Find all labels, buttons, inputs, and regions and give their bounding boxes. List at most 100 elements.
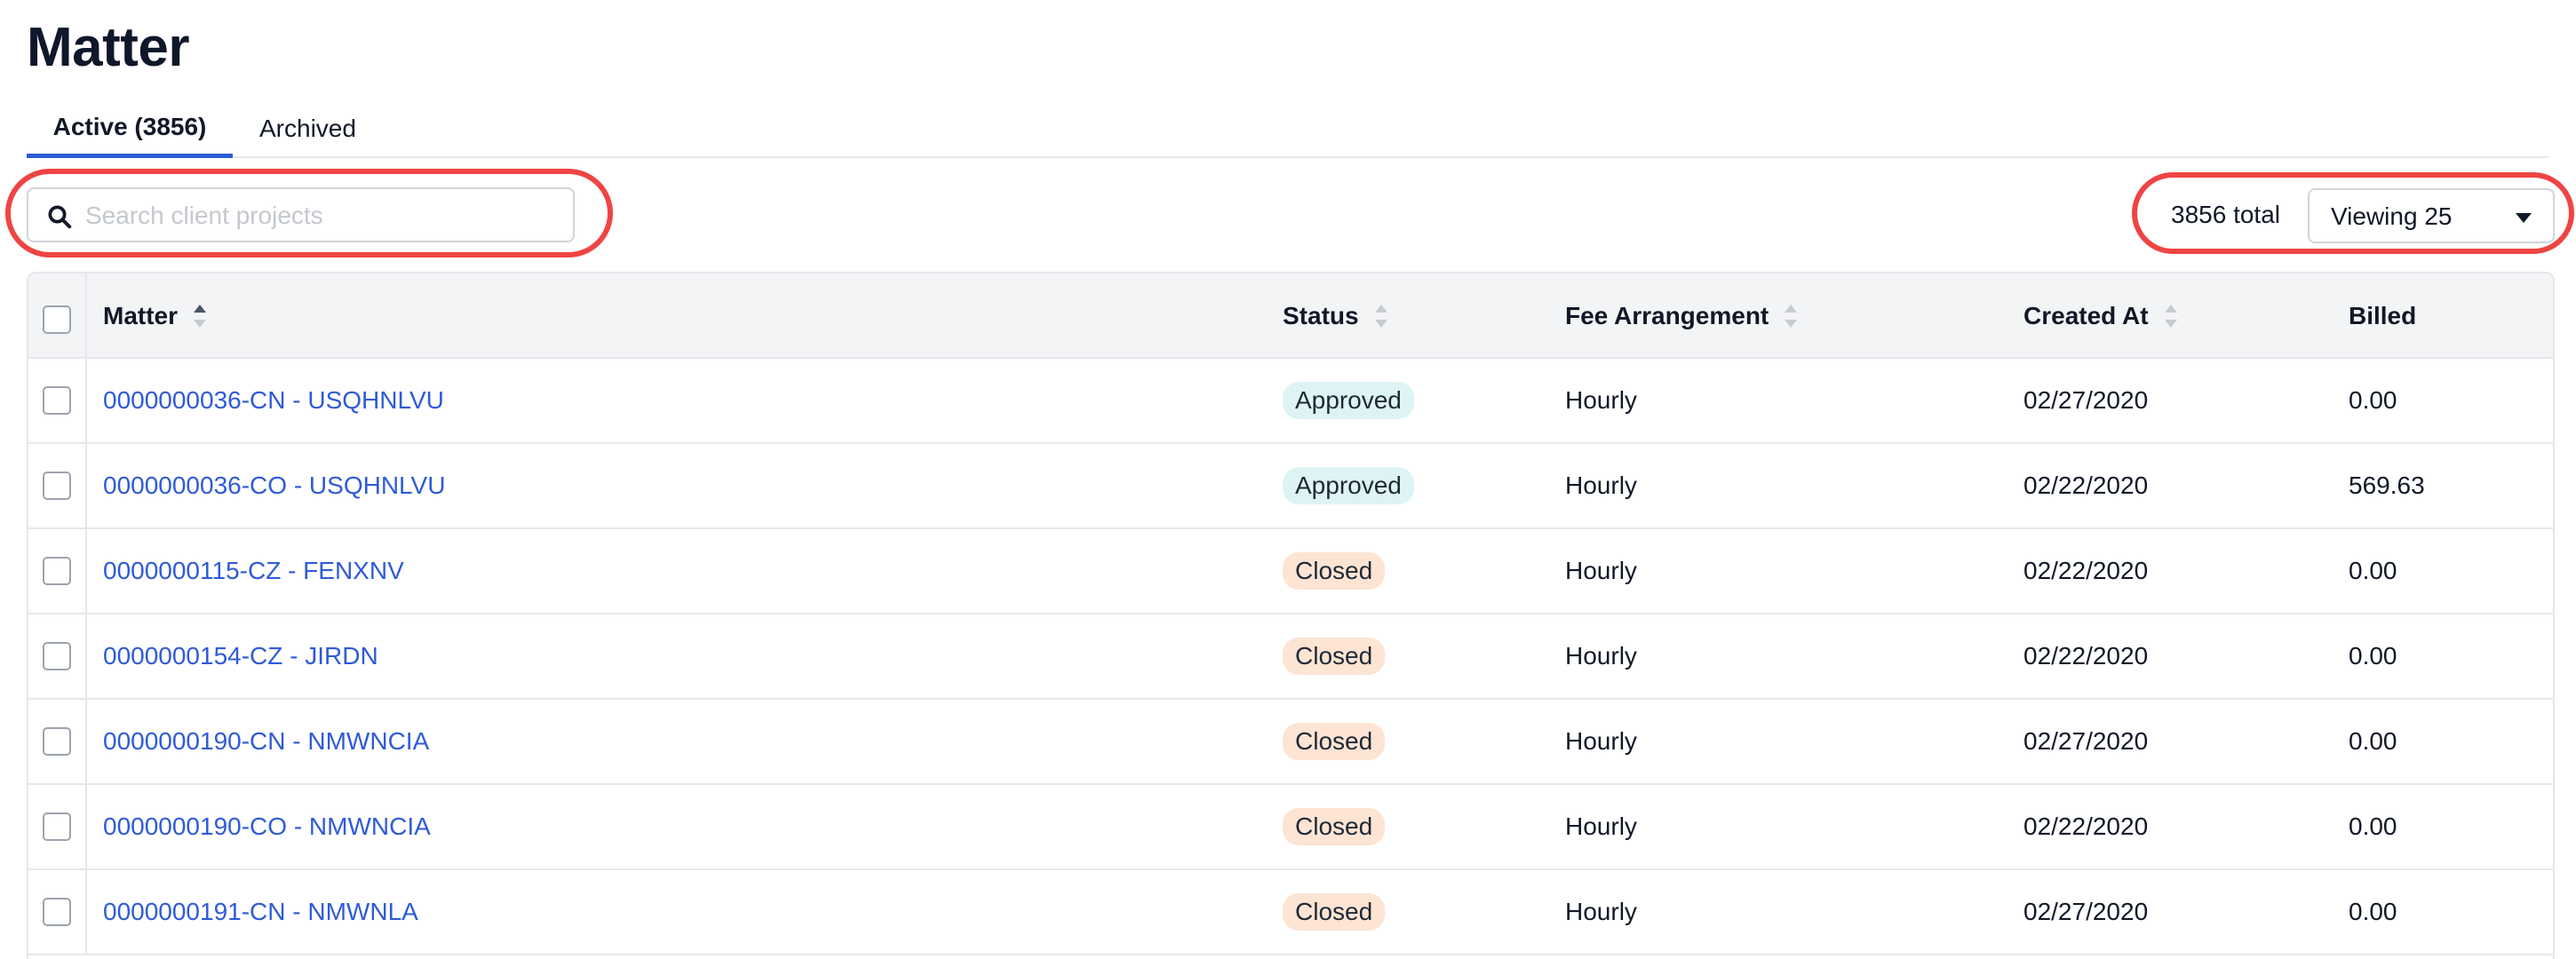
column-header-created-at[interactable]: Created At — [2023, 273, 2177, 359]
column-label-billed: Billed — [2349, 302, 2417, 329]
cell-created-at: 02/22/2020 — [2023, 642, 2149, 670]
row-checkbox[interactable] — [43, 472, 71, 500]
page-size-label: Viewing 25 — [2331, 202, 2453, 230]
cell-fee-arrangement: Hourly — [1565, 898, 1637, 925]
status-badge: Closed — [1283, 552, 1386, 590]
row-checkbox-cell — [28, 444, 87, 527]
cell-billed: 569.63 — [2349, 472, 2425, 499]
column-label-created-at: Created At — [2023, 302, 2149, 329]
matter-page: Matter Active (3856) Archived 3856 total… — [0, 0, 2576, 959]
column-header-billed: Billed — [2349, 273, 2416, 359]
column-header-matter[interactable]: Matter — [103, 273, 207, 359]
cell-matter: 0000000115-CZ - FENXNV — [103, 529, 404, 613]
cell-billed: 0.00 — [2349, 386, 2397, 414]
sort-ascending-icon[interactable] — [194, 305, 207, 328]
table-row: 0000000190-CN - NMWNCIA Closed Hourly 02… — [28, 700, 2553, 785]
matter-link[interactable]: 0000000190-CO - NMWNCIA — [103, 812, 431, 841]
row-checkbox-cell — [28, 700, 87, 783]
cell-matter: 0000000191-CN - NMWNLA — [103, 870, 418, 954]
status-badge: Approved — [1283, 382, 1414, 419]
row-checkbox-cell — [28, 359, 87, 442]
cell-billed: 0.00 — [2349, 812, 2397, 840]
tab-bar: Active (3856) Archived — [27, 99, 2549, 158]
search-box — [27, 187, 575, 242]
cell-status: Closed — [1283, 870, 1386, 954]
table-header: Matter Status Fee Arrangement Created At… — [28, 273, 2553, 359]
cell-billed: 0.00 — [2349, 727, 2397, 755]
cell-fee-arrangement: Hourly — [1565, 727, 1637, 755]
cell-matter: 0000000154-CZ - JIRDN — [103, 614, 378, 698]
cell-status: Closed — [1283, 700, 1386, 783]
cell-fee-arrangement: Hourly — [1565, 386, 1637, 414]
cell-billed: 0.00 — [2349, 898, 2397, 925]
cell-created-at: 02/27/2020 — [2023, 386, 2149, 414]
row-checkbox[interactable] — [43, 898, 71, 926]
status-badge: Closed — [1283, 723, 1386, 760]
matter-link[interactable]: 0000000036-CO - USQHNLVU — [103, 472, 445, 500]
row-checkbox[interactable] — [43, 557, 71, 585]
column-label-status: Status — [1283, 302, 1359, 329]
row-checkbox[interactable] — [43, 642, 71, 670]
row-checkbox[interactable] — [43, 386, 71, 415]
status-badge: Closed — [1283, 893, 1386, 931]
tab-archived[interactable]: Archived — [259, 99, 437, 158]
cell-billed: 0.00 — [2349, 557, 2397, 584]
table-row: 0000000036-CN - USQHNLVU Approved Hourly… — [28, 359, 2553, 444]
cell-matter: 0000000190-CN - NMWNCIA — [103, 700, 429, 783]
cell-fee-arrangement: Hourly — [1565, 557, 1637, 584]
matter-link[interactable]: 0000000191-CN - NMWNLA — [103, 898, 418, 926]
column-label-matter: Matter — [103, 302, 179, 329]
matter-link[interactable]: 0000000190-CN - NMWNCIA — [103, 727, 429, 756]
header-checkbox-cell — [28, 273, 87, 357]
cell-status: Closed — [1283, 785, 1386, 868]
cell-matter: 0000000036-CN - USQHNLVU — [103, 359, 444, 442]
table-row: 0000000036-CO - USQHNLVU Approved Hourly… — [28, 444, 2553, 529]
cell-status: Closed — [1283, 614, 1386, 698]
cell-fee-arrangement: Hourly — [1565, 642, 1637, 670]
row-checkbox-cell — [28, 785, 87, 868]
cell-fee-arrangement: Hourly — [1565, 812, 1637, 840]
page-size-select[interactable]: Viewing 25 — [2308, 188, 2555, 243]
select-all-checkbox[interactable] — [43, 305, 71, 334]
cell-created-at: 02/27/2020 — [2023, 898, 2149, 925]
column-header-status[interactable]: Status — [1283, 273, 1387, 359]
search-icon — [48, 205, 72, 229]
cell-status: Approved — [1283, 359, 1414, 442]
matter-link[interactable]: 0000000036-CN - USQHNLVU — [103, 386, 444, 415]
caret-down-icon — [2516, 213, 2532, 223]
column-header-fee-arrangement[interactable]: Fee Arrangement — [1565, 273, 1798, 359]
tab-active[interactable]: Active (3856) — [27, 99, 233, 158]
row-checkbox[interactable] — [43, 727, 71, 756]
cell-fee-arrangement: Hourly — [1565, 472, 1637, 499]
column-label-fee-arrangement: Fee Arrangement — [1565, 302, 1769, 329]
sort-icon[interactable] — [2164, 305, 2177, 328]
cell-billed: 0.00 — [2349, 642, 2397, 670]
table-row: 0000000154-CZ - JIRDN Closed Hourly 02/2… — [28, 614, 2553, 700]
row-checkbox[interactable] — [43, 812, 71, 841]
matter-link[interactable]: 0000000154-CZ - JIRDN — [103, 642, 378, 670]
sort-icon[interactable] — [1374, 305, 1387, 328]
cell-created-at: 02/22/2020 — [2023, 557, 2149, 584]
matters-table: Matter Status Fee Arrangement Created At… — [27, 272, 2555, 959]
row-checkbox-cell — [28, 614, 87, 698]
table-row: 0000000190-CO - NMWNCIA Closed Hourly 02… — [28, 785, 2553, 870]
sort-icon[interactable] — [1785, 305, 1798, 328]
total-count: 3856 total — [2171, 201, 2280, 228]
cell-created-at: 02/22/2020 — [2023, 472, 2149, 499]
table-row: 0000000115-CZ - FENXNV Closed Hourly 02/… — [28, 529, 2553, 614]
status-badge: Approved — [1283, 467, 1414, 504]
cell-matter: 0000000036-CO - USQHNLVU — [103, 444, 445, 527]
cell-created-at: 02/27/2020 — [2023, 727, 2149, 755]
cell-created-at: 02/22/2020 — [2023, 812, 2149, 840]
matter-link[interactable]: 0000000115-CZ - FENXNV — [103, 557, 404, 585]
row-checkbox-cell — [28, 529, 87, 613]
cell-status: Closed — [1283, 529, 1386, 613]
cell-matter: 0000000190-CO - NMWNCIA — [103, 785, 431, 868]
status-badge: Closed — [1283, 808, 1386, 845]
page-title: Matter — [27, 17, 190, 78]
row-checkbox-cell — [28, 870, 87, 954]
cell-status: Approved — [1283, 444, 1414, 527]
table-row: 0000000191-CN - NMWNLA Closed Hourly 02/… — [28, 870, 2553, 955]
search-input[interactable] — [85, 196, 556, 235]
status-badge: Closed — [1283, 638, 1386, 675]
